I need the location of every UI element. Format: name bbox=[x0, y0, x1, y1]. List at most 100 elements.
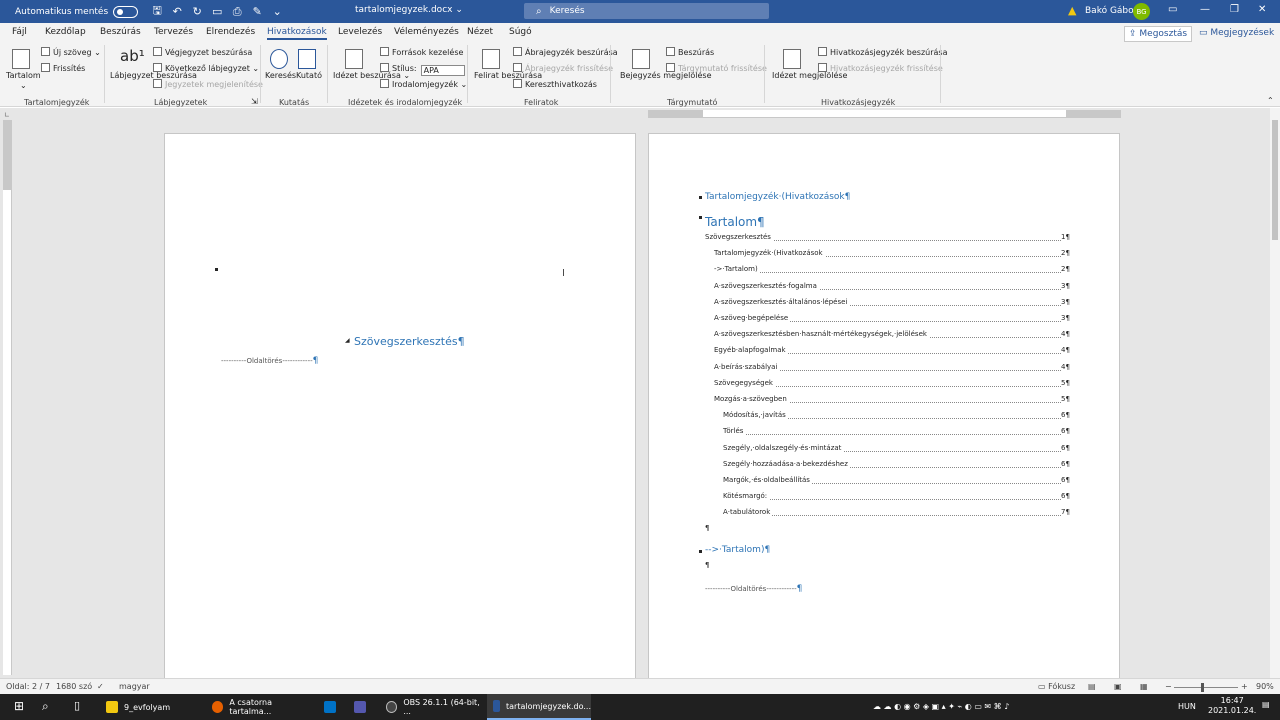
page-count[interactable]: Oldal: 2 / 7 bbox=[6, 682, 50, 691]
manage-sources-button[interactable]: Források kezelése bbox=[380, 47, 463, 57]
insert-table-of-authorities-button[interactable]: Hivatkozásjegyzék beszúrása bbox=[818, 47, 947, 57]
toc-entry-text[interactable]: A·beírás·szabályai bbox=[714, 363, 780, 371]
toc-button[interactable]: Tartalom ⌄ bbox=[6, 71, 41, 91]
input-language[interactable]: HUN bbox=[1178, 702, 1196, 711]
update-table-of-figures-button[interactable]: Ábrajegyzék frissítése bbox=[513, 63, 613, 73]
vertical-ruler[interactable] bbox=[3, 120, 12, 675]
close-icon[interactable]: ✕ bbox=[1258, 4, 1266, 15]
format-icon[interactable]: ✎ bbox=[250, 5, 264, 19]
word-count[interactable]: 1680 szó bbox=[56, 682, 92, 691]
scrollbar-thumb[interactable] bbox=[1272, 120, 1278, 240]
tab-help[interactable]: Súgó bbox=[509, 27, 532, 37]
zoom-out-icon[interactable]: − bbox=[1165, 682, 1172, 691]
tab-mailings[interactable]: Levelezés bbox=[338, 27, 382, 37]
toc-entry-text[interactable]: Szövegegységek bbox=[714, 379, 775, 387]
toc-entry-text[interactable]: Törlés bbox=[723, 427, 746, 435]
customize-toolbar-icon[interactable]: ⌄ bbox=[270, 5, 284, 19]
warning-icon[interactable]: ▲ bbox=[1068, 4, 1076, 17]
toc-entry-text[interactable]: Egyéb·alapfogalmak bbox=[714, 346, 788, 354]
comments-button[interactable]: ▭ Megjegyzések bbox=[1195, 26, 1278, 40]
show-notes-button[interactable]: Jegyzetek megjelenítése bbox=[153, 79, 263, 89]
save-icon[interactable]: 🖫 bbox=[150, 4, 164, 19]
tab-insert[interactable]: Beszúrás bbox=[100, 27, 141, 37]
footnotes-dialog-launcher-icon[interactable]: ⇲ bbox=[251, 97, 258, 106]
ribbon-display-icon[interactable]: ▭ bbox=[1168, 4, 1177, 15]
restore-icon[interactable]: ❐ bbox=[1230, 4, 1239, 15]
taskbar-app-outlook[interactable] bbox=[318, 694, 344, 720]
insert-endnote-button[interactable]: Végjegyzet beszúrása bbox=[153, 47, 252, 57]
insert-index-button[interactable]: Beszúrás bbox=[666, 47, 714, 57]
toc-entry-text[interactable]: A·szövegszerkesztés·általános·lépései bbox=[714, 298, 850, 306]
print-layout-icon[interactable]: ▣ bbox=[1114, 682, 1122, 691]
search-icon[interactable]: ⌕ bbox=[42, 699, 49, 714]
windows-start-icon[interactable]: ⊞ bbox=[14, 699, 24, 713]
back-to-toc-link[interactable]: -->·Tartalom)¶ bbox=[705, 545, 770, 555]
insert-table-of-figures-button[interactable]: Ábrajegyzék beszúrása bbox=[513, 47, 618, 57]
toc-entry-text[interactable]: Szegély,·oldalszegély·és·mintázat bbox=[723, 444, 844, 452]
search-box[interactable]: ⌕ Keresés bbox=[524, 3, 769, 19]
language-indicator[interactable]: magyar bbox=[119, 682, 150, 691]
read-mode-icon[interactable]: ▤ bbox=[1088, 682, 1096, 691]
research-search-button[interactable]: Keresés bbox=[265, 71, 296, 80]
taskbar-app-firefox[interactable]: A csatorna tartalma... bbox=[206, 694, 312, 720]
vertical-scrollbar[interactable] bbox=[1270, 108, 1280, 678]
toc-entry-text[interactable]: Tartalomjegyzék·(Hivatkozások bbox=[714, 249, 825, 257]
toc-entry-text[interactable]: ->·Tartalom) bbox=[714, 265, 760, 273]
taskbar-app-explorer[interactable]: 9_evfolyam bbox=[100, 694, 200, 720]
taskbar-app-obs[interactable]: OBS 26.1.1 (64-bit, ... bbox=[380, 694, 484, 720]
zoom-level[interactable]: 90% bbox=[1256, 682, 1274, 691]
avatar[interactable]: BG bbox=[1133, 3, 1150, 20]
toc-entry-text[interactable]: Szegély·hozzáadása·a·bekezdéshez bbox=[723, 460, 850, 468]
page-1[interactable]: ◢ Szövegszerkesztés¶ ----------Oldaltöré… bbox=[164, 133, 636, 680]
tab-view[interactable]: Nézet bbox=[467, 27, 493, 37]
add-text-button[interactable]: Új szöveg ⌄ bbox=[41, 47, 101, 57]
system-tray-icons[interactable]: ☁ ☁ ◐ ◉ ⚙ ◈ ▣ ▴ ✦ ⌁ ◐ ▭ ✉ ⌘ ♪ bbox=[873, 702, 1009, 711]
zoom-in-icon[interactable]: + bbox=[1241, 682, 1248, 691]
toc-entry-text[interactable]: A·szövegszerkesztésben·használt·mértékeg… bbox=[714, 330, 929, 338]
tab-selector-icon[interactable]: ∟ bbox=[4, 111, 12, 119]
tab-design[interactable]: Tervezés bbox=[154, 27, 193, 37]
clock[interactable]: 16:47 2021.01.24. bbox=[1208, 696, 1256, 716]
task-view-icon[interactable]: ▯ bbox=[74, 699, 80, 712]
proofing-icon[interactable]: ✓ bbox=[97, 682, 104, 691]
tab-review[interactable]: Véleményezés bbox=[394, 27, 459, 37]
bibliography-button[interactable]: Irodalomjegyzék ⌄ bbox=[380, 79, 467, 89]
toc-entry-text[interactable]: Mozgás·a·szövegben bbox=[714, 395, 789, 403]
toc-entry-text[interactable]: Módosítás,·javítás bbox=[723, 411, 788, 419]
autosave-toggle[interactable] bbox=[113, 5, 139, 18]
toc-heading-link[interactable]: Tartalomjegyzék·(Hivatkozások¶ bbox=[705, 192, 850, 202]
update-index-button[interactable]: Tárgymutató frissítése bbox=[666, 63, 767, 73]
web-layout-icon[interactable]: ▦ bbox=[1140, 682, 1148, 691]
user-name[interactable]: Bakó Gábor bbox=[1085, 6, 1137, 16]
zoom-slider-track[interactable] bbox=[1174, 687, 1238, 688]
zoom-slider-thumb[interactable] bbox=[1201, 683, 1204, 692]
tab-file[interactable]: Fájl bbox=[12, 27, 27, 37]
undo-icon[interactable]: ↶ bbox=[170, 5, 184, 19]
cross-reference-button[interactable]: Kereszthivatkozás bbox=[513, 79, 597, 89]
researcher-button[interactable]: Kutató bbox=[296, 71, 322, 80]
page-2[interactable]: Tartalomjegyzék·(Hivatkozások¶ Tartalom¶… bbox=[648, 133, 1120, 680]
taskbar-app-teams[interactable] bbox=[348, 694, 374, 720]
style-dropdown[interactable]: APA bbox=[420, 65, 465, 76]
toc-entry-text[interactable]: A·szövegszerkesztés·fogalma bbox=[714, 282, 819, 290]
tab-references[interactable]: Hivatkozások bbox=[267, 27, 327, 40]
document-title[interactable]: tartalomjegyzek.docx ⌄ bbox=[355, 5, 463, 15]
toc-entry-text[interactable]: Margók,·és·oldalbeállítás bbox=[723, 476, 812, 484]
collapse-heading-icon[interactable]: ◢ bbox=[345, 337, 350, 344]
tab-home[interactable]: Kezdőlap bbox=[45, 27, 86, 37]
update-table-of-authorities-button[interactable]: Hivatkozásjegyzék frissítése bbox=[818, 63, 943, 73]
taskbar-app-word[interactable]: tartalomjegyzek.do... bbox=[487, 694, 591, 720]
toc-entry-text[interactable]: Kötésmargó: bbox=[723, 492, 770, 500]
collapse-ribbon-icon[interactable]: ⌃ bbox=[1267, 96, 1274, 105]
style-selector[interactable]: Stílus: APA bbox=[380, 63, 465, 76]
print-icon[interactable]: ⎙ bbox=[230, 5, 244, 19]
focus-button[interactable]: ▭ Fókusz bbox=[1038, 682, 1075, 691]
update-table-button[interactable]: Frissítés bbox=[41, 63, 85, 73]
notifications-icon[interactable]: ▤ bbox=[1262, 700, 1270, 709]
toc-entry-text[interactable]: A·szöveg·begépelése bbox=[714, 314, 791, 322]
open-icon[interactable]: ▭ bbox=[210, 5, 224, 19]
horizontal-ruler[interactable] bbox=[648, 110, 1121, 118]
toc-entry-text[interactable]: Szövegszerkesztés bbox=[705, 233, 773, 241]
redo-icon[interactable]: ↻ bbox=[190, 5, 204, 19]
next-footnote-button[interactable]: Következő lábjegyzet ⌄ bbox=[153, 63, 259, 73]
